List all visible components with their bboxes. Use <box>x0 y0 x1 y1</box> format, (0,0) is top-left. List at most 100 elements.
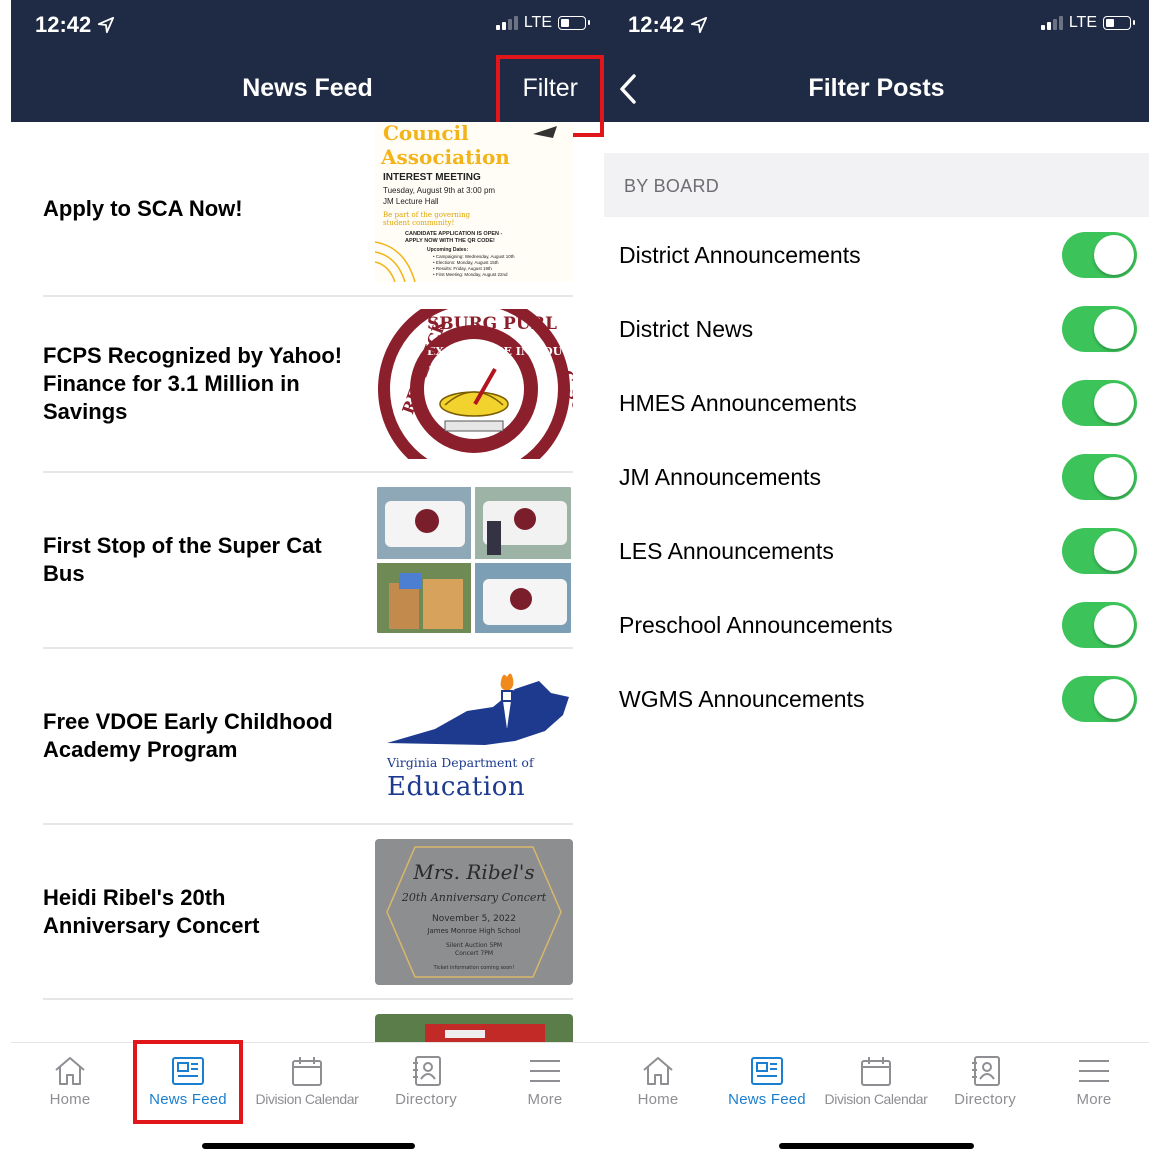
tab-more[interactable]: More <box>486 1055 604 1115</box>
newspaper-icon <box>172 1057 204 1085</box>
section-header: BY BOARD <box>604 153 1149 217</box>
filter-label: HMES Announcements <box>619 390 857 416</box>
svg-text:November 5, 2022: November 5, 2022 <box>432 914 516 924</box>
bus-photos-thumbnail <box>375 487 573 633</box>
filter-label: District Announcements <box>619 242 861 268</box>
filter-posts-screen: 12:42 LTE Filter Posts BY BOARD District… <box>604 0 1149 1158</box>
feed-item[interactable] <box>43 1000 573 1042</box>
feed-item-title: Apply to SCA Now! <box>43 195 243 221</box>
bus-photos-image <box>375 487 573 633</box>
svg-text:APPLY NOW WITH THE QR CODE!: APPLY NOW WITH THE QR CODE! <box>405 238 495 244</box>
svg-text:CANDIDATE APPLICATION IS OPEN: CANDIDATE APPLICATION IS OPEN - <box>405 231 503 237</box>
tab-bar: Home News Feed Division Calendar Directo… <box>11 1042 604 1158</box>
fcps-seal-thumbnail: SBURG PUBL EXCELLENCE IN EDUCATION REDER… <box>375 309 573 459</box>
tab-home[interactable]: Home <box>11 1055 129 1115</box>
sca-flyer-thumbnail: Council Association INTEREST MEETING Tue… <box>375 122 573 282</box>
feed-item-title: Heidi Ribel's 20th Anniversary Concert <box>43 884 260 938</box>
vdoe-logo-thumbnail: Virginia Department of Education <box>375 671 573 801</box>
tab-division-calendar[interactable]: Division Calendar <box>817 1055 935 1115</box>
tab-news-feed[interactable]: News Feed <box>708 1055 826 1115</box>
filter-label: JM Announcements <box>619 464 822 490</box>
menu-icon <box>530 1060 560 1082</box>
battery-icon <box>1103 16 1135 30</box>
svg-text:Council: Council <box>383 122 469 145</box>
filter-toggle[interactable] <box>1062 454 1137 500</box>
nav-bar: Filter Posts <box>604 52 1149 122</box>
fire-truck-thumbnail <box>375 1014 573 1042</box>
home-indicator[interactable] <box>779 1143 974 1149</box>
tab-directory[interactable]: Directory <box>367 1055 485 1115</box>
tab-division-calendar[interactable]: Division Calendar <box>248 1055 366 1115</box>
status-bar: 12:42 LTE <box>604 0 1149 52</box>
news-feed-screen: 12:42 LTE News Feed Filter Apply to SCA … <box>11 0 604 1158</box>
svg-text:INTEREST MEETING: INTEREST MEETING <box>383 172 481 183</box>
news-feed-list[interactable]: Apply to SCA Now! Council Association IN… <box>11 122 604 1042</box>
tab-news-feed[interactable]: News Feed <box>129 1055 247 1115</box>
feed-item-title: FCPS Recognized by Yahoo! Finance for 3.… <box>43 343 343 424</box>
filter-row-les-announcements: LES Announcements <box>604 514 1149 588</box>
svg-text:20th Anniversary Concert: 20th Anniversary Concert <box>401 891 547 904</box>
svg-text:Tuesday, August 9th at 3:00 pm: Tuesday, August 9th at 3:00 pm <box>383 186 495 195</box>
feed-item[interactable]: Free VDOE Early Childhood Academy Progra… <box>43 649 573 825</box>
filter-label: LES Announcements <box>619 538 834 564</box>
filter-toggle[interactable] <box>1062 528 1137 574</box>
filter-row-district-news: District News <box>604 292 1149 366</box>
feed-item[interactable]: FCPS Recognized by Yahoo! Finance for 3.… <box>43 297 573 473</box>
home-icon <box>643 1057 673 1085</box>
calendar-icon <box>292 1057 322 1086</box>
fire-truck-image <box>375 1014 573 1042</box>
vdoe-logo-image: Virginia Department of Education <box>375 671 573 801</box>
filter-toggle[interactable] <box>1062 306 1137 352</box>
svg-text:student community!: student community! <box>383 219 454 227</box>
status-time-text: 12:42 <box>628 12 685 37</box>
concert-card-image: Mrs. Ribel's 20th Anniversary Concert No… <box>375 839 573 985</box>
filter-toggle[interactable] <box>1062 380 1137 426</box>
feed-item[interactable]: Heidi Ribel's 20th Anniversary Concert M… <box>43 825 573 1000</box>
svg-text:Virginia Department of: Virginia Department of <box>386 755 535 770</box>
svg-text:• First Meeting: Monday, Augus: • First Meeting: Monday, August 22nd <box>433 272 508 277</box>
filter-row-preschool-announcements: Preschool Announcements <box>604 588 1149 662</box>
menu-icon <box>1079 1060 1109 1082</box>
svg-text:• Elections: Monday, August 15: • Elections: Monday, August 15th <box>433 260 499 265</box>
signal-icon <box>1040 16 1063 30</box>
filter-toggle[interactable] <box>1062 602 1137 648</box>
filter-toggle[interactable] <box>1062 676 1137 722</box>
signal-icon <box>495 16 518 30</box>
filter-row-wgms-announcements: WGMS Announcements <box>604 662 1149 736</box>
directory-icon <box>972 1056 1000 1086</box>
tab-directory[interactable]: Directory <box>926 1055 1044 1115</box>
status-right: LTE <box>1040 14 1135 32</box>
sca-flyer-image: Council Association INTEREST MEETING Tue… <box>375 122 573 282</box>
tab-more[interactable]: More <box>1035 1055 1149 1115</box>
calendar-icon <box>861 1057 891 1086</box>
location-arrow-icon <box>98 16 115 34</box>
svg-text:Concert 7PM: Concert 7PM <box>455 950 493 957</box>
directory-icon <box>413 1056 441 1086</box>
feed-item-title: Free VDOE Early Childhood Academy Progra… <box>43 709 333 762</box>
filter-row-jm-announcements: JM Announcements <box>604 440 1149 514</box>
filter-label: District News <box>619 316 754 342</box>
battery-icon <box>558 16 590 30</box>
filter-toggle[interactable] <box>1062 232 1137 278</box>
page-title: News Feed <box>242 74 373 102</box>
svg-text:• Campaigning: Wednesday, Augu: • Campaigning: Wednesday, August 10th <box>433 254 515 259</box>
status-time: 12:42 <box>628 12 708 38</box>
filter-button[interactable]: Filter <box>522 74 578 103</box>
svg-text:Silent Auction 5PM: Silent Auction 5PM <box>446 942 502 949</box>
tab-bar: Home News Feed Division Calendar Directo… <box>604 1042 1149 1158</box>
filter-row-hmes-announcements: HMES Announcements <box>604 366 1149 440</box>
filter-label: WGMS Announcements <box>619 686 865 712</box>
svg-text:EXCELLENCE IN EDUCATION: EXCELLENCE IN EDUCATION <box>427 345 573 358</box>
svg-text:Mrs. Ribel's: Mrs. Ribel's <box>412 860 534 884</box>
feed-item[interactable]: First Stop of the Super Cat Bus <box>43 473 573 649</box>
svg-text:Upcoming Dates:: Upcoming Dates: <box>427 247 468 253</box>
newspaper-icon <box>751 1057 783 1085</box>
svg-text:Be part of the governing: Be part of the governing <box>383 211 471 219</box>
section-header-label: BY BOARD <box>624 176 720 196</box>
status-bar: 12:42 LTE <box>11 0 604 52</box>
tab-home[interactable]: Home <box>604 1055 717 1115</box>
feed-item[interactable]: Apply to SCA Now! Council Association IN… <box>43 122 573 297</box>
svg-text:JM Lecture Hall: JM Lecture Hall <box>383 197 439 206</box>
svg-text:James Monroe High School: James Monroe High School <box>426 927 520 935</box>
home-indicator[interactable] <box>202 1143 415 1149</box>
